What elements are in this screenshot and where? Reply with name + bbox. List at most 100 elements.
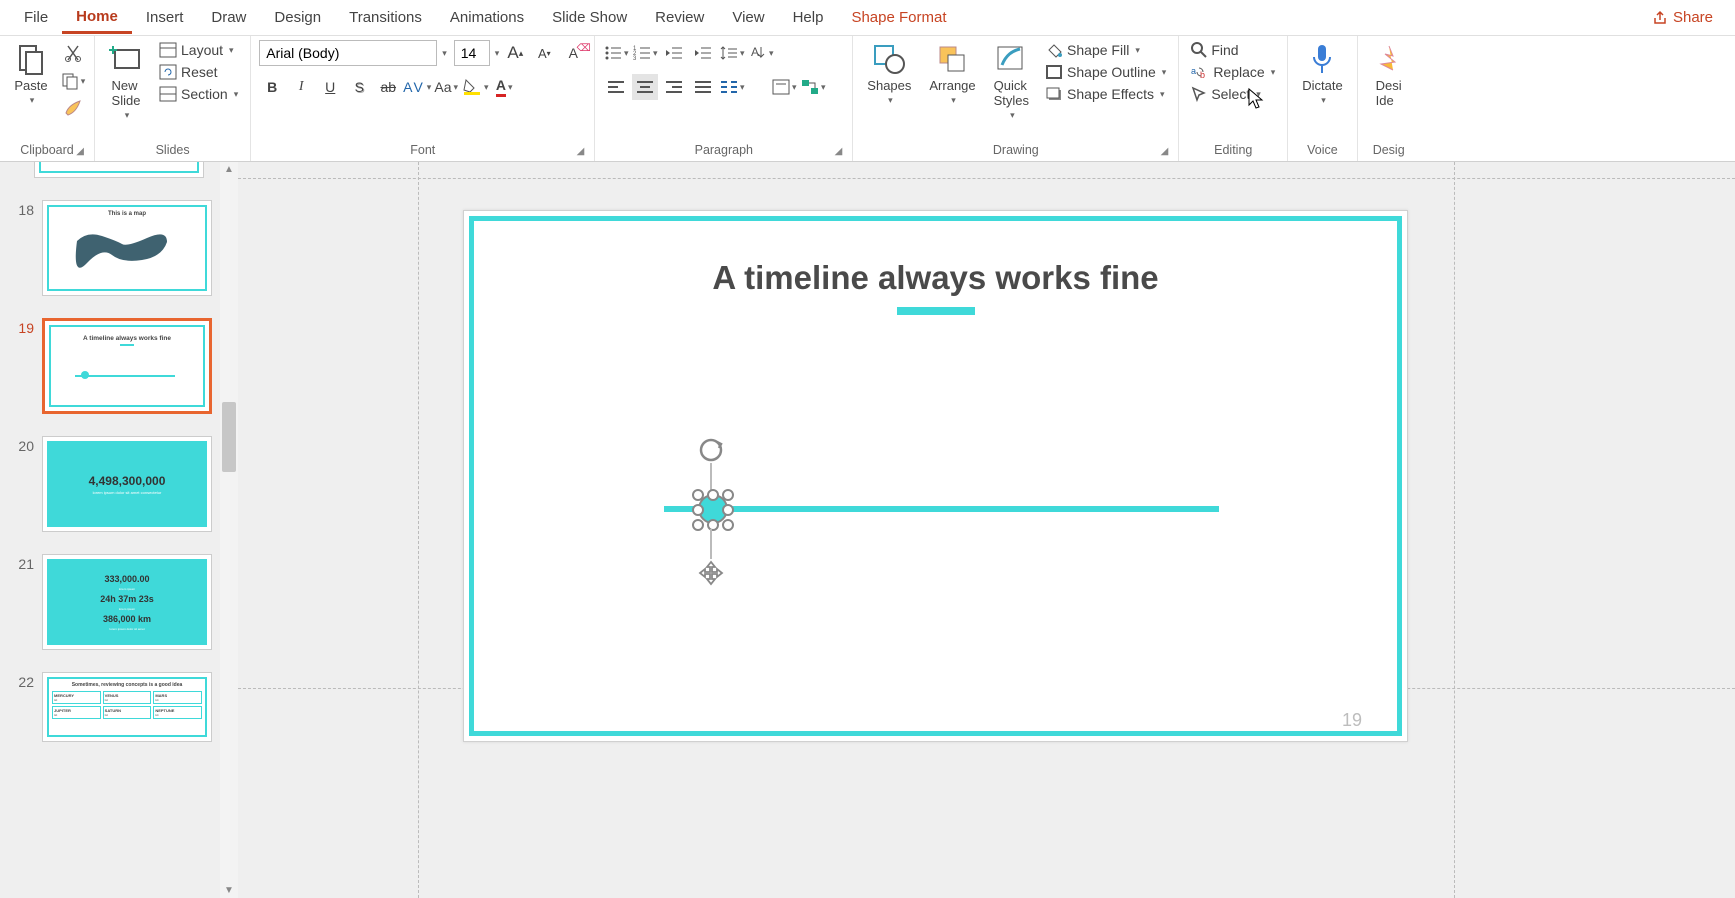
layout-button[interactable]: Layout▾	[155, 40, 242, 60]
share-icon	[1652, 10, 1668, 26]
tab-slideshow[interactable]: Slide Show	[538, 3, 641, 32]
cut-button[interactable]	[60, 40, 86, 66]
brush-icon	[63, 99, 83, 119]
format-painter-button[interactable]	[60, 96, 86, 122]
columns-button[interactable]: ▾	[719, 74, 745, 100]
dedent-button[interactable]	[661, 40, 687, 66]
text-direction-button[interactable]: A▾	[748, 40, 774, 66]
text-direction-icon: A	[749, 44, 767, 62]
tab-file[interactable]: File	[10, 3, 62, 32]
sel-handle[interactable]	[692, 504, 704, 516]
thumbnail-21[interactable]: 333,000.00 lorem ipsum 24h 37m 23s lorem…	[42, 554, 212, 650]
scroll-thumb[interactable]	[222, 402, 236, 472]
align-left-button[interactable]	[603, 74, 629, 100]
slide-canvas[interactable]: A timeline always works fine 19	[238, 162, 1735, 898]
tab-shape-format[interactable]: Shape Format	[837, 3, 960, 32]
thumbnail-22[interactable]: Sometimes, reviewing concepts is a good …	[42, 672, 212, 742]
group-drawing: Shapes▾ Arrange▾ Quick Styles▾ Shape Fil…	[853, 36, 1179, 161]
change-case-button[interactable]: Aa▾	[433, 74, 459, 100]
thumbnail-19[interactable]: A timeline always works fine	[42, 318, 212, 414]
italic-button[interactable]: I	[288, 74, 314, 100]
highlight-button[interactable]: ▾	[462, 74, 488, 100]
copy-icon	[61, 72, 79, 90]
arrange-icon	[936, 42, 970, 76]
tab-draw[interactable]: Draw	[197, 3, 260, 32]
tab-review[interactable]: Review	[641, 3, 718, 32]
shadow-button[interactable]: S	[346, 74, 372, 100]
fill-icon	[1045, 42, 1063, 58]
quick-styles-button[interactable]: Quick Styles▾	[988, 40, 1035, 123]
arrange-button[interactable]: Arrange▾	[923, 40, 981, 108]
sel-handle[interactable]	[692, 519, 704, 531]
replace-button[interactable]: abReplace▾	[1187, 62, 1279, 82]
dictate-button[interactable]: Dictate▾	[1296, 40, 1348, 108]
section-icon	[159, 86, 177, 102]
strike-button[interactable]: ab	[375, 74, 401, 100]
grow-font-button[interactable]: A▴	[502, 40, 528, 66]
shape-outline-button[interactable]: Shape Outline▾	[1041, 62, 1170, 82]
paste-button[interactable]: Paste ▾	[8, 40, 54, 108]
font-name-input[interactable]	[259, 40, 437, 66]
line-spacing-button[interactable]: ▾	[719, 40, 745, 66]
font-size-input[interactable]	[454, 40, 490, 66]
font-color-button[interactable]: A▾	[491, 74, 517, 100]
sel-handle[interactable]	[722, 489, 734, 501]
numbering-icon: 123	[633, 45, 651, 61]
tab-home[interactable]: Home	[62, 2, 132, 34]
new-slide-button[interactable]: New Slide ▾	[103, 40, 149, 123]
indent-button[interactable]	[690, 40, 716, 66]
move-handle[interactable]	[696, 559, 726, 589]
shapes-button[interactable]: Shapes▾	[861, 40, 917, 108]
find-button[interactable]: Find	[1187, 40, 1279, 60]
bold-button[interactable]: B	[259, 74, 285, 100]
align-right-button[interactable]	[661, 74, 687, 100]
paste-icon	[14, 42, 48, 76]
bullets-button[interactable]: ▾	[603, 40, 629, 66]
sel-handle[interactable]	[722, 519, 734, 531]
slide[interactable]: A timeline always works fine 19	[463, 210, 1408, 742]
launcher-icon[interactable]: ◢	[76, 146, 84, 157]
sel-handle[interactable]	[722, 504, 734, 516]
caret-icon[interactable]: ▾	[495, 48, 500, 59]
align-center-button[interactable]	[632, 74, 658, 100]
align-text-button[interactable]: ▾	[771, 74, 797, 100]
launcher-icon[interactable]: ◢	[577, 146, 585, 157]
thumb-line: 24h 37m 23s	[100, 594, 154, 604]
section-button[interactable]: Section▾	[155, 84, 242, 104]
thumbnail-20[interactable]: 4,498,300,000 lorem ipsum dolor sit amet…	[42, 436, 212, 532]
tab-view[interactable]: View	[718, 3, 778, 32]
copy-button[interactable]: ▾	[60, 68, 86, 94]
numbering-button[interactable]: 123▾	[632, 40, 658, 66]
tab-help[interactable]: Help	[779, 3, 838, 32]
thumbs-scrollbar[interactable]: ▲ ▼	[220, 162, 238, 898]
justify-button[interactable]	[690, 74, 716, 100]
shrink-font-button[interactable]: A▾	[531, 40, 557, 66]
underline-button[interactable]: U	[317, 74, 343, 100]
timeline-line[interactable]	[664, 506, 1219, 512]
clear-format-button[interactable]: A⌫	[560, 40, 586, 66]
group-label: Slides	[103, 141, 242, 159]
thumbnail-17[interactable]	[34, 162, 204, 178]
sel-handle[interactable]	[707, 519, 719, 531]
tab-design[interactable]: Design	[260, 3, 335, 32]
launcher-icon[interactable]: ◢	[835, 146, 843, 157]
share-button[interactable]: Share	[1640, 3, 1725, 32]
caret-icon[interactable]: ▾	[442, 48, 447, 59]
sel-handle[interactable]	[707, 489, 719, 501]
design-ideas-button[interactable]: Desi Ide	[1366, 40, 1412, 110]
char-spacing-button[interactable]: AV▾	[404, 74, 430, 100]
tab-insert[interactable]: Insert	[132, 3, 198, 32]
effects-icon	[1045, 86, 1063, 102]
sel-handle[interactable]	[692, 489, 704, 501]
tab-animations[interactable]: Animations	[436, 3, 538, 32]
launcher-icon[interactable]: ◢	[1161, 146, 1169, 157]
rotate-handle[interactable]	[697, 436, 725, 464]
shape-effects-button[interactable]: Shape Effects▾	[1041, 84, 1170, 104]
reset-button[interactable]: Reset	[155, 62, 242, 82]
justify-icon	[694, 80, 712, 94]
thumbnail-18[interactable]: This is a map	[42, 200, 212, 296]
smartart-button[interactable]: ▾	[800, 74, 826, 100]
tab-transitions[interactable]: Transitions	[335, 3, 436, 32]
shape-fill-button[interactable]: Shape Fill▾	[1041, 40, 1170, 60]
outline-icon	[1045, 64, 1063, 80]
